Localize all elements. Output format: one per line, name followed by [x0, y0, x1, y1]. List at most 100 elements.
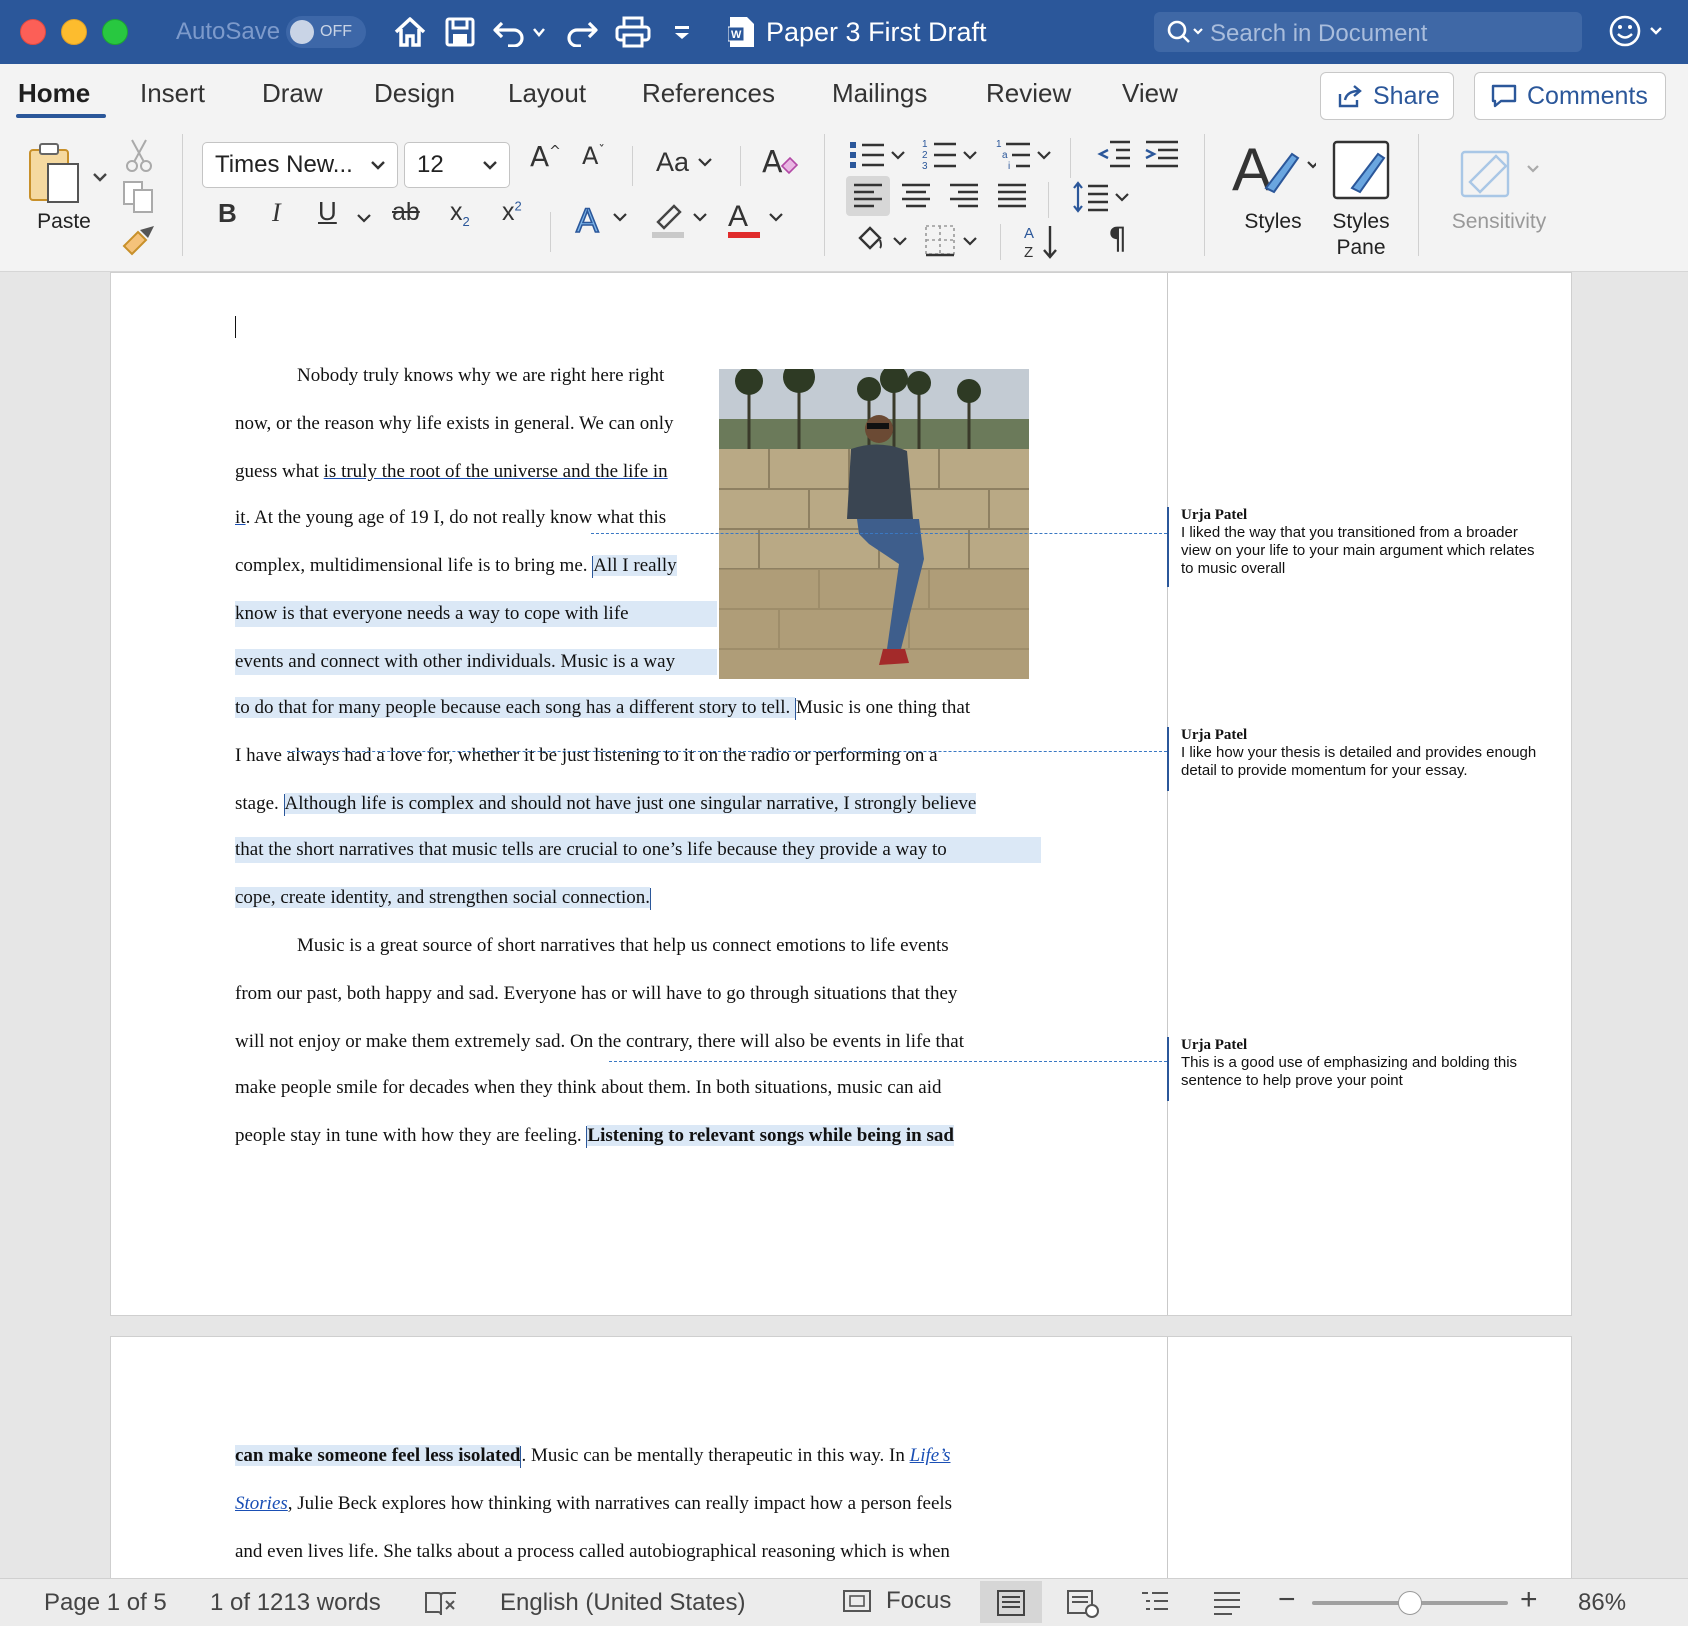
zoom-in-button[interactable]: +	[1520, 1583, 1538, 1617]
comment-author: Urja Patel	[1181, 507, 1248, 523]
word-count[interactable]: 1 of 1213 words	[210, 1589, 381, 1617]
tab-view[interactable]: View	[1122, 78, 1178, 109]
save-icon[interactable]	[440, 10, 480, 54]
document-page-1[interactable]: Nobody truly knows why we are right here…	[110, 272, 1572, 1316]
search-in-document-field[interactable]: Search in Document	[1154, 12, 1582, 52]
maximize-window-button[interactable]	[102, 19, 128, 45]
document-title: Paper 3 First Draft	[766, 16, 987, 47]
clear-formatting-icon[interactable]: A	[762, 144, 799, 185]
document-title-area: W Paper 3 First Draft	[728, 12, 987, 52]
justify-icon[interactable]	[996, 182, 1028, 215]
zoom-level[interactable]: 86%	[1578, 1589, 1626, 1617]
zoom-slider[interactable]	[1312, 1591, 1508, 1615]
font-name-value: Times New...	[215, 151, 353, 178]
show-formatting-marks-icon[interactable]: ¶	[1108, 222, 1127, 257]
align-right-icon[interactable]	[948, 182, 980, 215]
comment-margin-divider	[1167, 273, 1168, 1315]
styles-gallery-button[interactable]: A	[1230, 136, 1319, 207]
change-case-button[interactable]: Aa	[656, 142, 713, 182]
highlight-color-icon[interactable]	[650, 198, 710, 245]
paste-button[interactable]	[26, 140, 110, 210]
doc-line: to do that for many people because each …	[235, 697, 971, 720]
font-name-select[interactable]: Times New...	[202, 142, 398, 188]
home-icon[interactable]	[388, 10, 432, 54]
doc-line: Stories, Julie Beck explores how thinkin…	[235, 1493, 953, 1514]
tab-references[interactable]: References	[642, 78, 775, 109]
multilevel-list-icon[interactable]: 1ai	[994, 136, 1054, 177]
redo-icon[interactable]	[562, 10, 602, 54]
zoom-out-button[interactable]: −	[1278, 1583, 1296, 1617]
strikethrough-icon[interactable]: ab	[392, 198, 420, 227]
format-painter-icon[interactable]	[120, 222, 156, 263]
ribbon-separator	[1048, 182, 1049, 218]
font-size-select[interactable]: 12	[404, 142, 510, 188]
comment-balloon[interactable]: Urja Patel I liked the way that you tran…	[1167, 507, 1547, 587]
bold-icon[interactable]: B	[218, 198, 237, 229]
tab-home[interactable]: Home	[18, 78, 90, 109]
comment-balloon[interactable]: Urja Patel This is a good use of emphasi…	[1167, 1037, 1547, 1101]
web-layout-icon[interactable]	[1066, 1589, 1100, 1624]
doc-line: will not enjoy or make them extremely sa…	[235, 1031, 964, 1052]
page-count[interactable]: Page 1 of 5	[44, 1589, 167, 1617]
home-ribbon: Paste Times New... 12 A^ Aˇ Aa A B I U a…	[0, 128, 1688, 272]
inline-photo[interactable]	[719, 369, 1029, 679]
numbering-icon[interactable]: 123	[920, 136, 980, 177]
styles-pane-button[interactable]	[1330, 136, 1394, 207]
share-button[interactable]: Share	[1320, 72, 1454, 120]
print-layout-view-button[interactable]	[980, 1581, 1042, 1623]
zoom-slider-handle[interactable]	[1398, 1591, 1422, 1615]
feedback-smiley-icon[interactable]	[1608, 14, 1672, 55]
svg-text:1: 1	[922, 139, 928, 150]
close-window-button[interactable]	[20, 19, 46, 45]
undo-icon[interactable]	[490, 10, 550, 54]
doc-line: and even lives life. She talks about a p…	[235, 1541, 950, 1562]
italic-icon[interactable]: I	[272, 198, 281, 228]
bullets-icon[interactable]	[848, 138, 908, 177]
comments-button[interactable]: Comments	[1474, 72, 1666, 120]
underline-icon[interactable]: U	[318, 196, 337, 227]
tab-design[interactable]: Design	[374, 78, 455, 109]
outline-view-icon[interactable]	[1140, 1589, 1170, 1622]
svg-text:A: A	[1232, 136, 1272, 202]
copy-icon[interactable]	[122, 180, 156, 219]
language-indicator[interactable]: English (United States)	[500, 1589, 745, 1617]
align-left-button[interactable]	[846, 176, 890, 216]
borders-icon[interactable]	[924, 224, 984, 265]
font-color-icon[interactable]: A	[726, 198, 786, 245]
document-canvas[interactable]: Nobody truly knows why we are right here…	[0, 272, 1688, 1578]
draft-view-icon[interactable]	[1212, 1589, 1242, 1622]
line-spacing-icon[interactable]	[1072, 180, 1132, 219]
superscript-icon[interactable]: x2	[502, 198, 522, 227]
comments-label: Comments	[1527, 81, 1648, 110]
increase-font-size-icon[interactable]: A^	[530, 140, 561, 173]
tab-review[interactable]: Review	[986, 78, 1071, 109]
decrease-indent-icon[interactable]	[1096, 138, 1132, 175]
subscript-icon[interactable]: x2	[450, 198, 470, 229]
cut-icon[interactable]	[124, 138, 154, 177]
proofing-icon[interactable]	[424, 1589, 458, 1622]
sort-icon[interactable]: AZ	[1022, 222, 1062, 265]
sensitivity-button[interactable]	[1456, 138, 1540, 207]
increase-indent-icon[interactable]	[1144, 138, 1180, 175]
paste-label: Paste	[37, 210, 91, 233]
change-case-label: Aa	[656, 146, 690, 177]
tab-draw[interactable]: Draw	[262, 78, 323, 109]
chevron-down-icon[interactable]	[356, 208, 372, 228]
align-center-icon[interactable]	[900, 182, 932, 215]
text-effects-icon[interactable]: A	[574, 200, 630, 243]
tab-mailings[interactable]: Mailings	[832, 78, 927, 109]
minimize-window-button[interactable]	[61, 19, 87, 45]
shading-icon[interactable]	[854, 224, 914, 263]
decrease-font-size-icon[interactable]: Aˇ	[582, 142, 605, 170]
svg-text:a: a	[1002, 150, 1008, 161]
print-icon[interactable]	[612, 10, 654, 54]
autosave-toggle[interactable]: OFF	[286, 16, 366, 48]
focus-mode-button[interactable]: Focus	[842, 1587, 951, 1615]
share-icon	[1338, 85, 1362, 108]
doc-line: Music is a great source of short narrati…	[297, 935, 949, 956]
tab-insert[interactable]: Insert	[140, 78, 205, 109]
customize-toolbar-icon[interactable]	[668, 10, 696, 54]
comment-balloon[interactable]: Urja Patel I like how your thesis is det…	[1167, 727, 1547, 791]
tab-layout[interactable]: Layout	[508, 78, 586, 109]
document-page-2[interactable]: can make someone feel less isolated. Mus…	[110, 1336, 1572, 1578]
